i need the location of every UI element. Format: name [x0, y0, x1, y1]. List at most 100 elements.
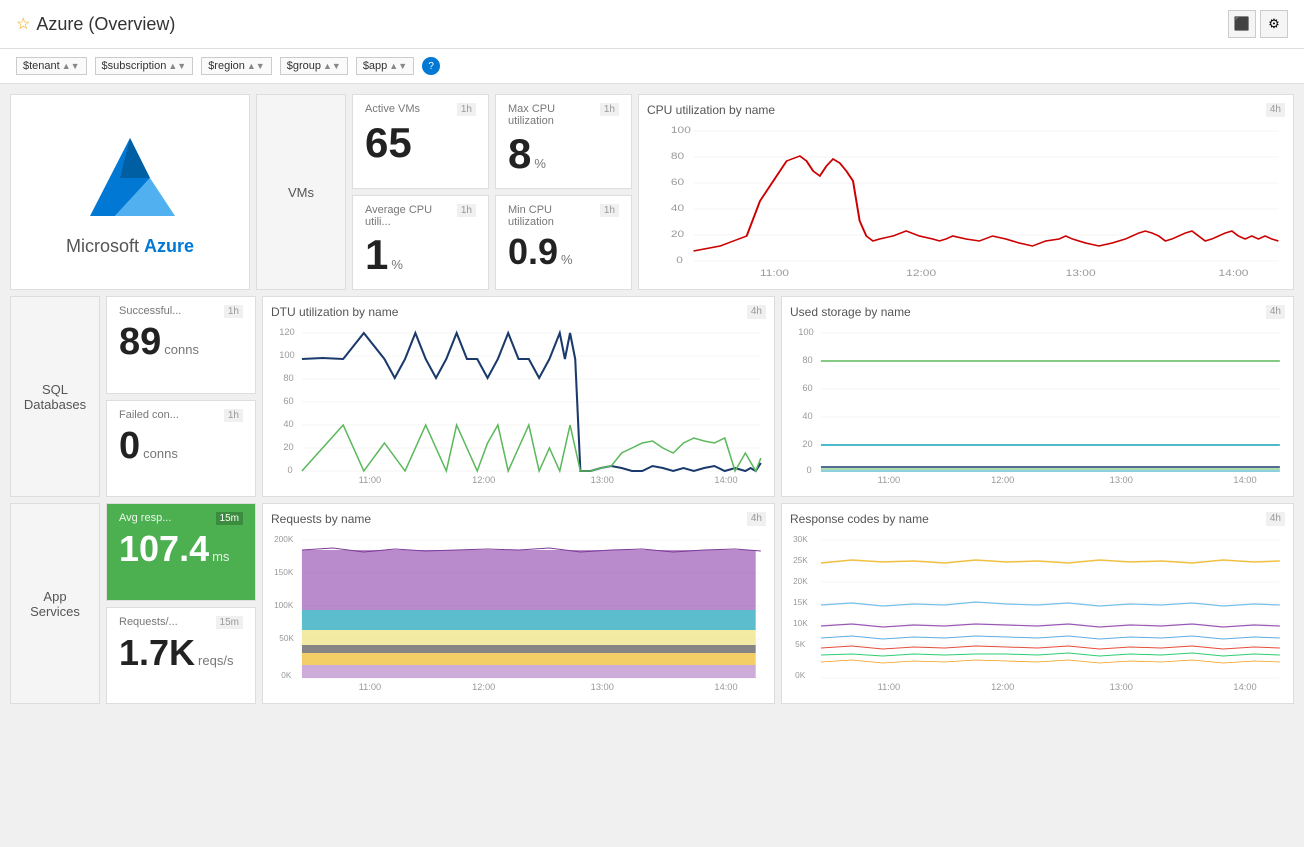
requests-chart-panel: Requests by name 4h 200K 150K 100K 50K 0…: [262, 503, 775, 704]
storage-chart-badge: 4h: [1266, 305, 1285, 319]
toolbar: $tenant ▲▼ $subscription ▲▼ $region ▲▼ $…: [0, 49, 1304, 84]
response-codes-chart-panel: Response codes by name 4h 30K 25K 20K 15…: [781, 503, 1294, 704]
svg-text:13:00: 13:00: [1110, 475, 1133, 485]
min-cpu-title: Min CPU utilization: [508, 204, 600, 228]
avg-cpu-unit: %: [391, 258, 403, 272]
avg-cpu-title-row: Average CPU utili... 1h: [365, 204, 476, 228]
avg-response-value: 107.4: [119, 529, 209, 569]
svg-text:11:00: 11:00: [878, 682, 901, 692]
svg-text:0: 0: [288, 465, 293, 475]
avg-cpu-title: Average CPU utili...: [365, 204, 457, 228]
help-button[interactable]: ?: [422, 57, 440, 75]
svg-text:150K: 150K: [274, 568, 294, 577]
vms-metrics-grid: Active VMs 1h 65 Max CPU utilization 1h …: [352, 94, 632, 290]
svg-text:12:00: 12:00: [991, 475, 1014, 485]
svg-text:13:00: 13:00: [591, 682, 614, 692]
dtu-chart-svg: 120 100 80 60 40 20 0 11:00: [271, 323, 766, 488]
filter-subscription[interactable]: $subscription ▲▼: [95, 57, 194, 75]
svg-text:60: 60: [802, 383, 812, 393]
svg-text:80: 80: [671, 151, 684, 161]
svg-text:40: 40: [671, 203, 684, 213]
svg-text:20K: 20K: [793, 577, 808, 586]
max-cpu-value-row: 8 %: [508, 131, 619, 177]
filter-region-label: $region: [208, 60, 245, 72]
filter-tenant[interactable]: $tenant ▲▼: [16, 57, 87, 75]
svg-text:11:00: 11:00: [359, 475, 382, 485]
azure-logo-svg: [70, 128, 190, 228]
vms-section-label: VMs: [256, 94, 346, 290]
filter-group[interactable]: $group ▲▼: [280, 57, 348, 75]
requests-rate-card: Requests/... 15m 1.7K reqs/s: [106, 607, 256, 705]
min-cpu-card: Min CPU utilization 1h 0.9 %: [495, 195, 632, 290]
avg-response-title-row: Avg resp... 15m: [119, 512, 243, 525]
dtu-chart-title: DTU utilization by name: [271, 305, 398, 319]
active-vms-badge: 1h: [457, 103, 476, 116]
svg-text:5K: 5K: [795, 640, 806, 649]
failed-conns-value: 0: [119, 426, 140, 468]
svg-text:100: 100: [798, 327, 813, 337]
cpu-chart-svg: 100 80 60 40 20 0 11:00: [647, 121, 1285, 281]
filter-subscription-label: $subscription: [102, 60, 167, 72]
svg-text:25K: 25K: [793, 556, 808, 565]
active-vms-card: Active VMs 1h 65: [352, 94, 489, 189]
filter-app-arrows: ▲▼: [389, 61, 407, 71]
sql-metrics: Successful... 1h 89 conns Failed con... …: [106, 296, 256, 497]
min-cpu-unit: %: [561, 253, 573, 267]
max-cpu-title-row: Max CPU utilization 1h: [508, 103, 619, 127]
cpu-chart-title-row: CPU utilization by name 4h: [647, 103, 1285, 117]
min-cpu-value-row: 0.9 %: [508, 232, 619, 272]
svg-text:0: 0: [676, 255, 683, 265]
avg-cpu-card: Average CPU utili... 1h 1 %: [352, 195, 489, 290]
microsoft-text: Microsoft: [66, 236, 144, 256]
storage-chart-title-row: Used storage by name 4h: [790, 305, 1285, 319]
svg-text:0: 0: [807, 465, 812, 475]
requests-rate-unit: reqs/s: [198, 654, 233, 668]
min-cpu-badge: 1h: [600, 204, 619, 217]
star-icon[interactable]: ☆: [16, 14, 30, 34]
monitor-button[interactable]: ⬛: [1228, 10, 1256, 38]
svg-text:100: 100: [671, 125, 691, 135]
storage-chart-panel: Used storage by name 4h 100 80 60 40 20 …: [781, 296, 1294, 497]
app-metrics: Avg resp... 15m 107.4 ms Requests/... 15…: [106, 503, 256, 704]
azure-logo-text: Microsoft Azure: [66, 236, 194, 257]
svg-text:20: 20: [283, 442, 293, 452]
cpu-chart-title: CPU utilization by name: [647, 103, 775, 117]
svg-text:10K: 10K: [793, 619, 808, 628]
svg-text:60: 60: [671, 177, 684, 187]
svg-text:50K: 50K: [279, 634, 294, 643]
svg-text:13:00: 13:00: [1110, 682, 1133, 692]
failed-conns-title: Failed con...: [119, 409, 179, 421]
svg-text:100: 100: [279, 350, 294, 360]
header: ☆ Azure (Overview) ⬛ ⚙: [0, 0, 1304, 49]
svg-text:13:00: 13:00: [591, 475, 614, 485]
successful-conns-unit: conns: [164, 343, 199, 357]
svg-text:200K: 200K: [274, 535, 294, 544]
filter-group-label: $group: [287, 60, 321, 72]
row-3: App Services Avg resp... 15m 107.4 ms Re…: [10, 503, 1294, 704]
requests-chart-title: Requests by name: [271, 512, 371, 526]
filter-region[interactable]: $region ▲▼: [201, 57, 272, 75]
svg-text:60: 60: [283, 396, 293, 406]
avg-response-card: Avg resp... 15m 107.4 ms: [106, 503, 256, 601]
svg-text:15K: 15K: [793, 598, 808, 607]
help-label: ?: [428, 61, 434, 72]
failed-conns-badge: 1h: [224, 409, 243, 422]
storage-chart-svg: 100 80 60 40 20 0: [790, 323, 1285, 488]
filter-app-label: $app: [363, 60, 387, 72]
svg-text:12:00: 12:00: [906, 268, 936, 278]
dtu-chart-badge: 4h: [747, 305, 766, 319]
response-codes-chart-title-row: Response codes by name 4h: [790, 512, 1285, 526]
settings-button[interactable]: ⚙: [1260, 10, 1288, 38]
svg-text:11:00: 11:00: [359, 682, 382, 692]
svg-text:20: 20: [802, 439, 812, 449]
max-cpu-value: 8: [508, 131, 531, 177]
requests-rate-value: 1.7K: [119, 633, 195, 673]
azure-logo-panel: Microsoft Azure: [10, 94, 250, 290]
svg-text:80: 80: [283, 373, 293, 383]
min-cpu-value: 0.9: [508, 232, 558, 272]
svg-text:14:00: 14:00: [714, 682, 737, 692]
active-vms-title: Active VMs: [365, 103, 420, 115]
avg-cpu-value-row: 1 %: [365, 232, 476, 278]
filter-app[interactable]: $app ▲▼: [356, 57, 414, 75]
requests-rate-title: Requests/...: [119, 616, 178, 628]
